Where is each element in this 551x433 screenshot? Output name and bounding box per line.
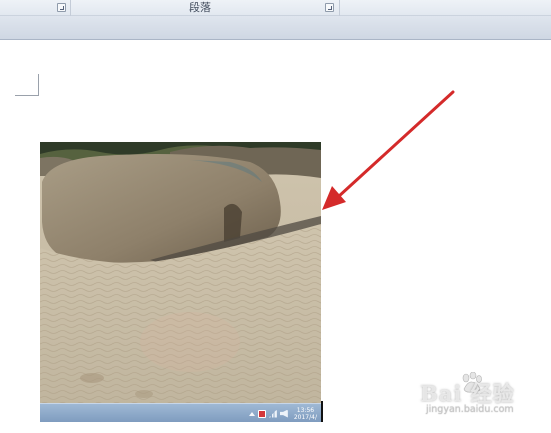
paragraph-group-label: 段落 [189, 1, 211, 14]
ribbon-separator [70, 0, 71, 16]
word-window: 段落 13:56 2017/4/ Bai 经验 jingyan.baidu.co… [0, 0, 551, 433]
text-cursor [321, 401, 323, 422]
font-dialog-launcher-icon[interactable] [57, 3, 66, 12]
action-center-flag-icon[interactable] [257, 409, 266, 418]
ribbon-bottom-bar [0, 16, 551, 40]
system-tray: 13:56 2017/4/ [248, 406, 317, 421]
watermark-url: jingyan.baidu.com [426, 404, 514, 415]
windows-taskbar: 13:56 2017/4/ [40, 403, 321, 422]
beach-photo [40, 142, 321, 422]
margin-corner-mark [15, 74, 39, 96]
inserted-picture[interactable]: 13:56 2017/4/ [40, 142, 321, 422]
tray-expand-icon[interactable] [248, 411, 255, 416]
volume-icon[interactable] [279, 409, 288, 418]
clock-date: 2017/4/ [293, 413, 317, 421]
network-icon[interactable] [268, 409, 277, 418]
ribbon-group-labels: 段落 [0, 0, 551, 16]
paragraph-dialog-launcher-icon[interactable] [325, 3, 334, 12]
clock-time: 13:56 [296, 406, 315, 414]
ribbon-separator [339, 0, 340, 16]
taskbar-clock[interactable]: 13:56 2017/4/ [294, 407, 317, 421]
baidu-watermark: Bai 经验 jingyan.baidu.com [420, 372, 548, 420]
